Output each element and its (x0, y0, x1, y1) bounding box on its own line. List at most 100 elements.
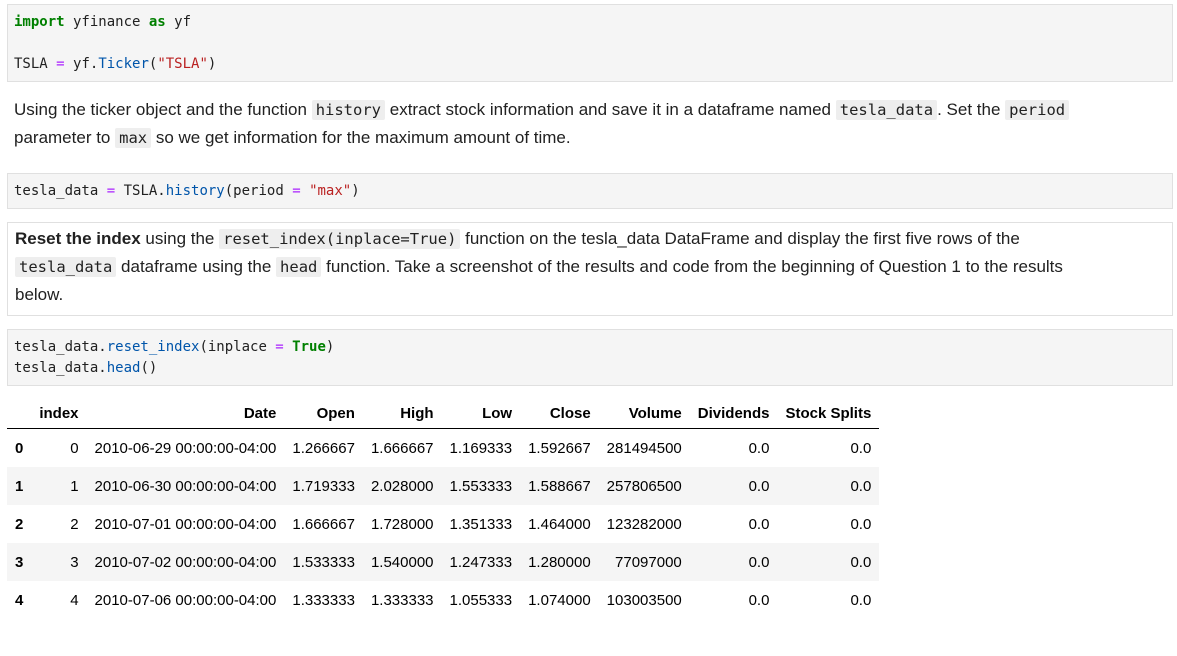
module-alias: yf (165, 14, 192, 30)
md-text: extract stock information and save it in… (385, 100, 836, 119)
table-cell: 1.333333 (370, 591, 434, 609)
column-header (7, 398, 31, 429)
table-cell: 2010-06-29 00:00:00-04:00 (94, 439, 277, 457)
md-text: parameter to (14, 128, 116, 147)
paren-close: ) (207, 56, 217, 72)
column-header: Open (316, 404, 355, 422)
table-cell: 3 (70, 553, 79, 571)
table-cell: 0.0 (850, 515, 872, 533)
operator: = (106, 183, 116, 199)
inline-code: period (1005, 100, 1070, 120)
inline-code: max (115, 128, 152, 148)
column-header: Close (549, 404, 591, 422)
table-cell: 77097000 (615, 553, 682, 571)
table-cell: 2.028000 (370, 477, 434, 495)
table-cell: 103003500 (606, 591, 682, 609)
column-header: Dividends (697, 404, 770, 422)
column-header: Stock Splits (785, 404, 872, 422)
paren-open: (inplace (199, 339, 276, 355)
table-cell: 1.540000 (370, 553, 434, 571)
column-header: Date (243, 404, 277, 422)
code-cell-reset-index[interactable]: tesla_data.reset_index(inplace = True) t… (7, 329, 1173, 386)
table-cell: 281494500 (606, 439, 682, 457)
operator: = (56, 56, 65, 72)
row-index: 3 (15, 553, 24, 571)
table-cell: 2010-07-01 00:00:00-04:00 (94, 515, 277, 533)
table-cell: 1.464000 (528, 515, 591, 533)
row-index: 1 (15, 477, 24, 495)
markdown-cell-history: Using the ticker object and the function… (14, 96, 1164, 152)
paren-close: ) (351, 183, 360, 199)
md-text: function. Take a screenshot of the resul… (321, 257, 1063, 276)
table-cell: 1.728000 (370, 515, 434, 533)
row-index: 2 (15, 515, 24, 533)
keyword-import: import (14, 14, 65, 30)
operator: = (275, 339, 284, 355)
column-header: index (39, 404, 79, 422)
table-cell: 1.247333 (449, 553, 513, 571)
md-text: dataframe using the (116, 257, 277, 276)
table-row: 0 0 2010-06-29 00:00:00-04:00 1.266667 1… (7, 428, 880, 467)
table-cell: 0.0 (850, 477, 872, 495)
table-cell: 1.719333 (292, 477, 355, 495)
table-cell: 0.0 (748, 439, 770, 457)
table-cell: 1.055333 (449, 591, 513, 609)
table-cell: 0.0 (748, 591, 770, 609)
table-row: 1 1 2010-06-30 00:00:00-04:00 1.719333 2… (7, 467, 880, 505)
code-cell-history[interactable]: tesla_data = TSLA.history(period = "max"… (7, 173, 1173, 209)
markdown-cell-reset-index[interactable]: Reset the index using the reset_index(in… (7, 222, 1173, 316)
table-row: 3 3 2010-07-02 00:00:00-04:00 1.533333 1… (7, 543, 880, 581)
table-cell: 1.280000 (528, 553, 591, 571)
parens: () (140, 360, 158, 376)
inline-code: history (311, 100, 386, 120)
table-cell: 1.666667 (370, 439, 434, 457)
table-cell: 1.588667 (528, 477, 591, 495)
string-literal: "max" (309, 183, 352, 199)
object-ref: tesla_data. (14, 339, 107, 355)
var-name: TSLA (14, 56, 57, 72)
table-cell: 4 (70, 591, 79, 609)
table-cell: 1.553333 (449, 477, 513, 495)
table-row: 4 4 2010-07-06 00:00:00-04:00 1.333333 1… (7, 581, 880, 619)
md-text: using the (140, 229, 220, 248)
table-cell: 0.0 (748, 515, 770, 533)
table-cell: 0.0 (850, 439, 872, 457)
table-cell: 0 (70, 439, 79, 457)
column-header: High (400, 404, 434, 422)
row-index: 4 (15, 591, 24, 609)
function-name: Ticker (98, 56, 149, 72)
table-cell: 2010-07-02 00:00:00-04:00 (94, 553, 277, 571)
table-cell: 1.592667 (528, 439, 591, 457)
table-cell: 2010-06-30 00:00:00-04:00 (94, 477, 277, 495)
table-cell: 0.0 (850, 553, 872, 571)
table-cell: 0.0 (850, 591, 872, 609)
md-text: below. (15, 285, 64, 304)
table-cell: 1.333333 (292, 591, 355, 609)
module-name: yfinance (64, 14, 149, 30)
table-cell: 123282000 (606, 515, 682, 533)
table-row: 2 2 2010-07-01 00:00:00-04:00 1.666667 1… (7, 505, 880, 543)
table-cell: 1.266667 (292, 439, 355, 457)
string-literal: "TSLA" (157, 56, 208, 72)
md-text: so we get information for the maximum am… (151, 128, 571, 147)
inline-code: tesla_data (15, 257, 117, 277)
inline-code: tesla_data (835, 100, 938, 120)
md-text: . Set the (937, 100, 1006, 119)
table-cell: 1.074000 (528, 591, 591, 609)
table-cell: 1.533333 (292, 553, 355, 571)
table-cell: 257806500 (606, 477, 682, 495)
table-cell: 2 (70, 515, 79, 533)
table-cell: 1 (70, 477, 79, 495)
column-header: Volume (628, 404, 682, 422)
paren-open: (period (224, 183, 293, 199)
function-name: head (106, 360, 141, 376)
table-cell: 1.666667 (292, 515, 355, 533)
keyword-true: True (292, 339, 326, 355)
keyword-as: as (148, 14, 166, 30)
md-bold-text: Reset the index (15, 229, 141, 248)
inline-code: head (276, 257, 322, 277)
table-header-row: index Date Open High Low Close Volume Di… (7, 398, 880, 429)
code-cell-import[interactable]: import yfinance as yf TSLA = yf.Ticker("… (7, 4, 1173, 82)
